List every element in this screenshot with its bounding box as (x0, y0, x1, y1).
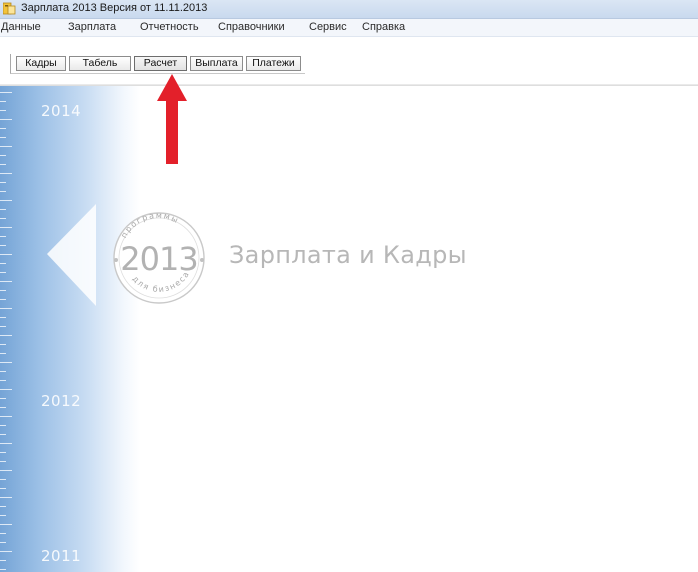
title-bar: Зарплата 2013 Версия от 11.11.2013 (0, 0, 698, 19)
window-title: Зарплата 2013 Версия от 11.11.2013 (21, 2, 208, 14)
menu-item-reports[interactable]: Отчетность (140, 21, 199, 33)
menu-item-data[interactable]: Данные (1, 21, 41, 33)
calculation-button[interactable]: Расчет (134, 56, 187, 71)
timeline-year-2014: 2014 (41, 102, 82, 120)
payments-button[interactable]: Платежи (246, 56, 301, 71)
menu-item-references[interactable]: Справочники (218, 21, 285, 33)
payout-button[interactable]: Выплата (190, 56, 243, 71)
timesheet-button[interactable]: Табель (69, 56, 131, 71)
menu-item-help[interactable]: Справка (362, 21, 405, 33)
workspace: 2014 2012 2011 программы для бизнеса 201… (0, 86, 698, 572)
program-logo: программы для бизнеса 2013 (113, 211, 205, 304)
menu-item-salary[interactable]: Зарплата (68, 21, 116, 33)
menu-item-service[interactable]: Сервис (309, 21, 347, 33)
brand-name: Зарплата и Кадры (229, 241, 467, 269)
app-icon (3, 2, 16, 15)
timeline-strip: 2014 2012 2011 (0, 86, 140, 572)
timeline-year-2012: 2012 (41, 392, 82, 410)
personnel-button[interactable]: Кадры (16, 56, 66, 71)
timeline-year-2011: 2011 (41, 547, 82, 565)
timeline-ticks (0, 92, 96, 570)
menu-bar: Данные Зарплата Отчетность Справочники С… (0, 19, 698, 37)
logo-year: 2013 (120, 240, 197, 278)
pointer-arrow-icon (157, 74, 187, 164)
toolbar-button-group: Кадры Табель Расчет Выплата Платежи (10, 54, 305, 74)
toolbar: Кадры Табель Расчет Выплата Платежи (0, 37, 698, 84)
